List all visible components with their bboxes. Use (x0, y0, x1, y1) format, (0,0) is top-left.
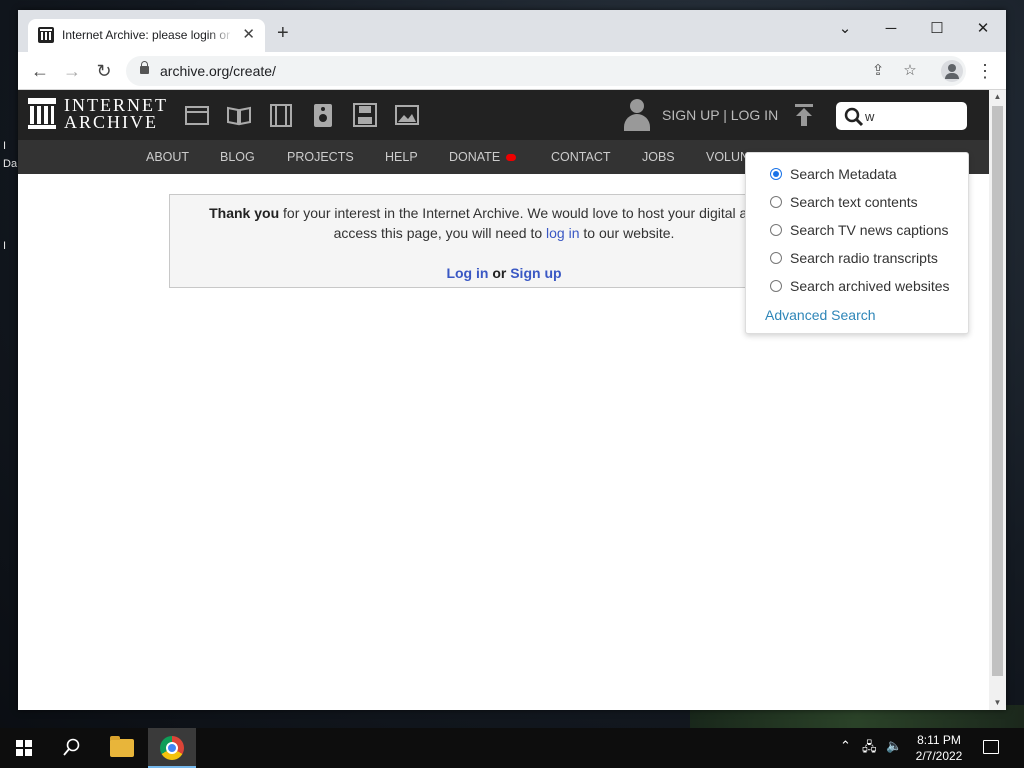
share-icon[interactable]: ⇪ (868, 61, 888, 81)
browser-tab[interactable]: Internet Archive: please login or sign u… (28, 19, 265, 52)
upload-icon[interactable] (794, 104, 814, 126)
search-value: w (865, 109, 875, 124)
web-icon[interactable] (184, 103, 210, 127)
heart-icon (506, 154, 517, 162)
search-icon (63, 738, 80, 756)
desktop-icon-label: I (3, 140, 7, 152)
network-icon[interactable]: 🖧 (862, 738, 877, 760)
browser-menu-icon[interactable]: ⋮ (976, 60, 994, 82)
ia-top-bar: INTERNET ARCHIVE SIGN UP | LOG IN w (18, 90, 989, 140)
nav-jobs[interactable]: JOBS (642, 150, 675, 164)
tab-search-chevron-icon[interactable]: ⌄ (830, 16, 860, 42)
desktop-icon-label: Da (3, 158, 18, 170)
bookmark-star-icon[interactable]: ☆ (900, 61, 920, 81)
lock-icon[interactable] (140, 61, 149, 74)
radio-button[interactable] (770, 280, 782, 292)
close-window-button[interactable]: ✕ (968, 16, 998, 42)
nav-about[interactable]: ABOUT (146, 150, 189, 164)
tray-chevron-up-icon[interactable]: ⌃ (840, 738, 851, 754)
radio-button[interactable] (770, 224, 782, 236)
scroll-thumb[interactable] (992, 106, 1003, 676)
wordmark-line2: ARCHIVE (64, 112, 158, 132)
windows-logo-icon (16, 740, 32, 756)
or-text: or (488, 265, 511, 281)
texts-icon[interactable] (226, 103, 252, 127)
notice-line2: access this page, you will need to log i… (170, 225, 838, 241)
address-bar[interactable]: archive.org/create/ ⇪ ☆ (126, 56, 966, 86)
nav-donate-label: DONATE (449, 150, 501, 164)
minimize-button[interactable]: ─ (876, 16, 906, 42)
login-link[interactable]: Log in (446, 265, 488, 281)
internet-archive-favicon-icon (38, 27, 54, 43)
notice-line2-post: to our website. (579, 225, 675, 241)
volume-muted-icon[interactable]: 🔈 (886, 738, 902, 754)
chrome-icon (160, 736, 184, 760)
tab-title: Internet Archive: please login or sign u… (62, 28, 234, 42)
audio-icon[interactable] (310, 103, 336, 127)
browser-toolbar: ← → ↻ archive.org/create/ ⇪ ☆ ⋮ (18, 52, 1006, 90)
page-viewport: INTERNET ARCHIVE SIGN UP | LOG IN w ABOU… (18, 90, 989, 710)
images-icon[interactable] (394, 103, 420, 127)
page-scrollbar[interactable]: ▲ ▼ (989, 90, 1006, 710)
taskbar-search-button[interactable] (48, 728, 96, 768)
back-arrow-icon[interactable]: ← (28, 59, 52, 83)
file-explorer-button[interactable] (98, 728, 146, 768)
profile-avatar-icon[interactable] (941, 60, 963, 82)
desktop-icon-label: I (3, 240, 7, 252)
signup-login-link[interactable]: SIGN UP | LOG IN (662, 107, 778, 123)
notice-bold-lead: Thank you (209, 205, 280, 221)
notice-line1-text: for your interest in the Internet Archiv… (279, 205, 811, 221)
scroll-down-arrow-icon[interactable]: ▼ (989, 696, 1006, 710)
notification-center-icon[interactable] (983, 740, 999, 754)
search-option-label: Search TV news captions (790, 222, 949, 238)
forward-arrow-icon[interactable]: → (60, 59, 84, 83)
chrome-taskbar-button[interactable] (148, 728, 196, 768)
maximize-button[interactable]: ☐ (922, 16, 952, 42)
clock-time: 8:11 PM (917, 733, 961, 747)
title-bar: Internet Archive: please login or sign u… (18, 10, 1006, 52)
ia-wordmark[interactable]: INTERNET ARCHIVE (64, 96, 168, 132)
search-icon (844, 107, 864, 127)
tab-close-icon[interactable]: ✕ (242, 26, 255, 44)
nav-blog[interactable]: BLOG (220, 150, 255, 164)
signup-link[interactable]: Sign up (510, 265, 561, 281)
search-input[interactable]: w (836, 102, 967, 130)
new-tab-button[interactable]: + (277, 23, 289, 43)
browser-window: Internet Archive: please login or sign u… (18, 10, 1006, 710)
notice-actions: Log in or Sign up (170, 265, 838, 281)
search-option-label: Search archived websites (790, 278, 950, 294)
system-clock[interactable]: 8:11 PM 2/7/2022 (905, 732, 973, 764)
internet-archive-logo-icon[interactable] (28, 98, 56, 130)
notice-line2-pre: access this page, you will need to (333, 225, 547, 241)
scroll-up-arrow-icon[interactable]: ▲ (989, 90, 1006, 104)
start-button[interactable] (0, 728, 48, 768)
radio-button[interactable] (770, 252, 782, 264)
video-icon[interactable] (268, 103, 294, 127)
search-option-label: Search Metadata (790, 166, 897, 182)
user-icon[interactable] (623, 99, 651, 131)
reload-icon[interactable]: ↻ (92, 59, 116, 83)
advanced-search-link[interactable]: Advanced Search (765, 307, 876, 323)
nav-help[interactable]: HELP (385, 150, 418, 164)
software-icon[interactable] (352, 103, 378, 127)
search-option-label: Search text contents (790, 194, 918, 210)
folder-icon (110, 736, 134, 757)
inline-login-link[interactable]: log in (546, 225, 579, 241)
radio-button[interactable] (770, 168, 782, 180)
taskbar: ⌃ 🖧 🔈 8:11 PM 2/7/2022 (0, 728, 1024, 768)
search-options-dropdown: Search Metadata Search text contents Sea… (745, 152, 969, 334)
nav-donate[interactable]: DONATE (449, 150, 517, 164)
radio-button[interactable] (770, 196, 782, 208)
search-option-label: Search radio transcripts (790, 250, 938, 266)
url-text[interactable]: archive.org/create/ (160, 63, 276, 79)
clock-date: 2/7/2022 (915, 749, 963, 763)
nav-projects[interactable]: PROJECTS (287, 150, 354, 164)
nav-contact[interactable]: CONTACT (551, 150, 611, 164)
